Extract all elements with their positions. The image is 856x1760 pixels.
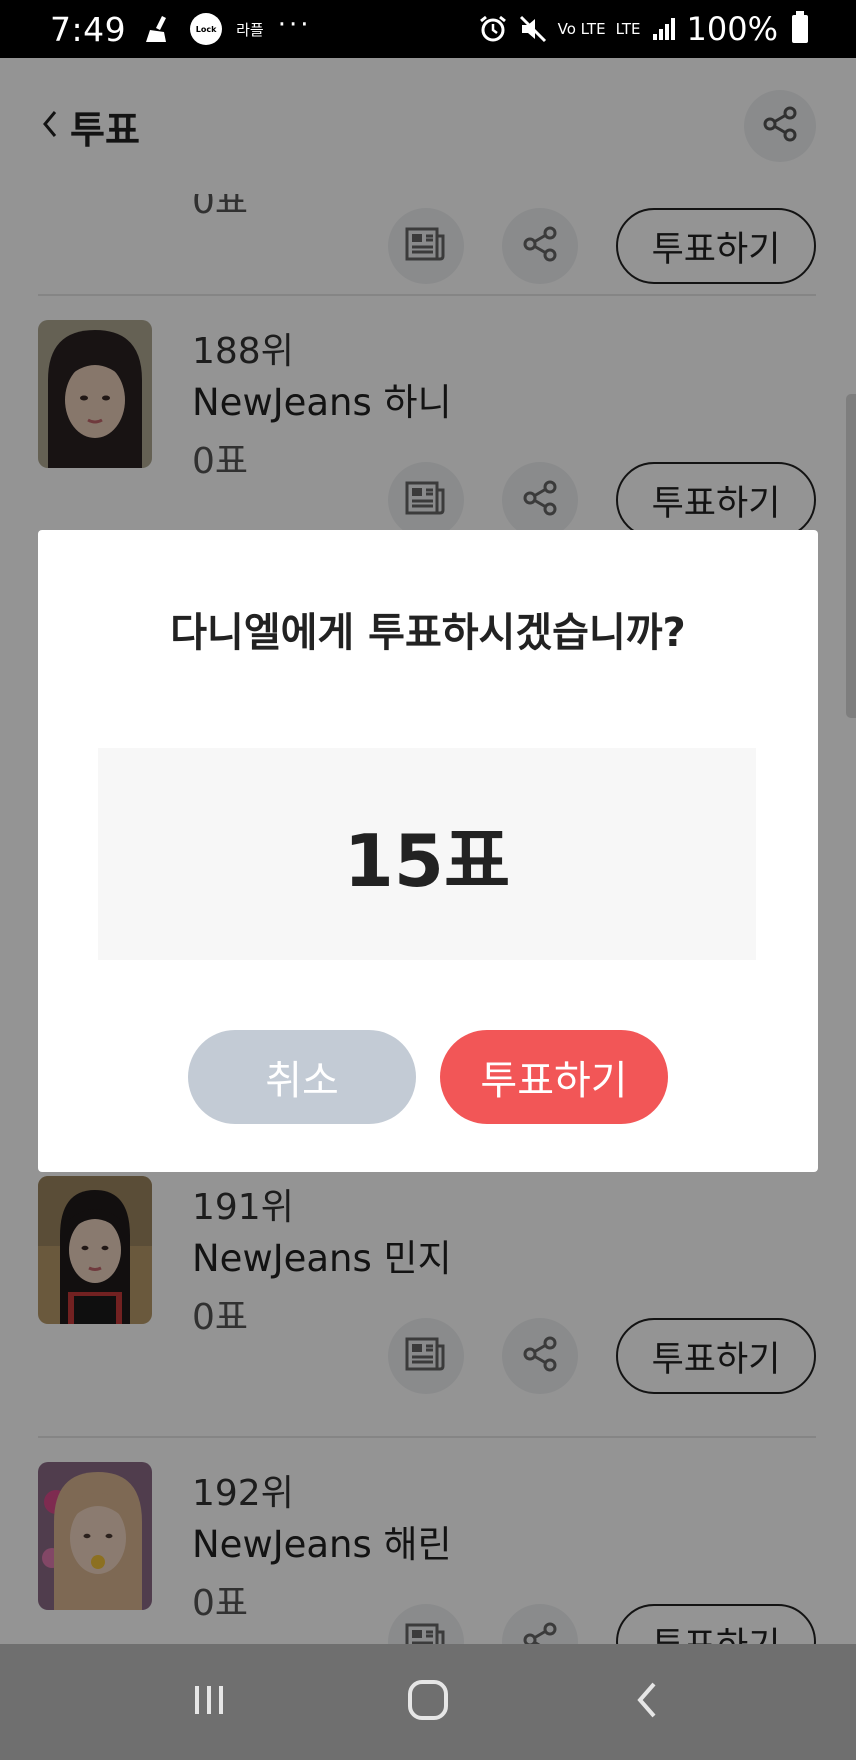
volte-indicator: Vo LTE <box>557 20 606 38</box>
cancel-button[interactable]: 취소 <box>188 1030 416 1124</box>
mute-icon <box>518 12 548 46</box>
confirm-vote-button[interactable]: 투표하기 <box>440 1030 668 1124</box>
broom-icon <box>144 12 176 46</box>
more-notifications-icon: ··· <box>277 10 312 40</box>
vote-amount-box: 15표 <box>98 748 756 960</box>
status-bar: 7:49 Lock 라플 ··· Vo LTE LTE 100% <box>0 0 856 58</box>
vote-amount: 15표 <box>343 818 511 903</box>
vote-confirm-dialog: 다니엘에게 투표하시겠습니까? 15표 취소 투표하기 <box>38 530 818 1172</box>
recent-apps-button[interactable] <box>164 1662 254 1742</box>
network-indicator: LTE <box>615 20 641 38</box>
recent-apps-icon <box>189 1680 229 1724</box>
back-icon <box>632 1678 662 1726</box>
alarm-icon <box>478 12 508 46</box>
app-badge: 라플 <box>236 20 264 39</box>
back-nav-button[interactable] <box>602 1662 692 1742</box>
status-time: 7:49 <box>50 9 127 49</box>
signal-icon <box>651 12 677 46</box>
vote-screen: 7:49 Lock 라플 ··· Vo LTE LTE 100% 투표 0표 투… <box>0 0 856 1760</box>
system-nav-bar <box>0 1644 856 1760</box>
lock-app-icon: Lock <box>190 13 223 45</box>
status-right: Vo LTE LTE 100% <box>478 10 808 48</box>
home-icon <box>406 1678 450 1726</box>
dialog-title: 다니엘에게 투표하시겠습니까? <box>170 610 686 656</box>
status-left-icons: Lock 라플 ··· <box>144 10 312 46</box>
dialog-buttons: 취소 투표하기 <box>38 1030 818 1124</box>
battery-percent: 100% <box>686 10 778 48</box>
home-button[interactable] <box>383 1662 473 1742</box>
battery-icon <box>792 11 808 43</box>
